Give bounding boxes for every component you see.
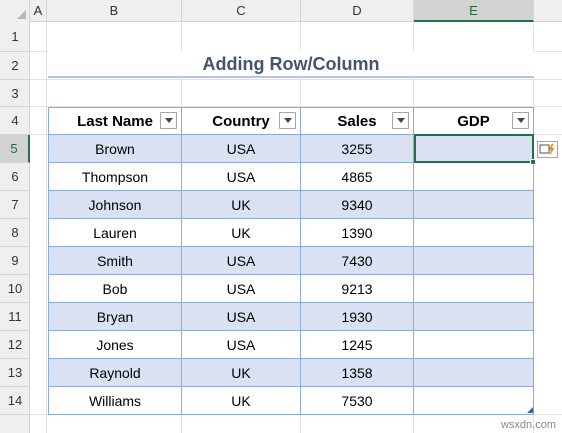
cell-gdp[interactable] bbox=[414, 247, 534, 275]
filter-dropdown-button[interactable] bbox=[512, 112, 529, 129]
cell-last-name[interactable]: Bryan bbox=[48, 303, 182, 331]
cell-sales[interactable]: 1930 bbox=[301, 303, 414, 331]
table-row: Johnson UK 9340 bbox=[48, 191, 534, 219]
filter-dropdown-button[interactable] bbox=[160, 112, 177, 129]
column-header-d[interactable]: D bbox=[301, 0, 414, 22]
chevron-down-icon bbox=[283, 118, 292, 123]
cell-country[interactable]: USA bbox=[182, 331, 301, 359]
row-header-9[interactable]: 9 bbox=[0, 247, 30, 275]
header-cell-last-name[interactable]: Last Name bbox=[48, 107, 182, 135]
cell-sales[interactable]: 7530 bbox=[301, 387, 414, 415]
cell-last-name[interactable]: Jones bbox=[48, 331, 182, 359]
row-header-6[interactable]: 6 bbox=[0, 163, 30, 191]
table-row: Jones USA 1245 bbox=[48, 331, 534, 359]
row-header-1[interactable]: 1 bbox=[0, 22, 30, 52]
gridline bbox=[46, 22, 47, 433]
row-header-2[interactable]: 2 bbox=[0, 52, 30, 80]
cell-last-name[interactable]: Williams bbox=[48, 387, 182, 415]
row-header-4[interactable]: 4 bbox=[0, 107, 30, 135]
cell-sales[interactable]: 7430 bbox=[301, 247, 414, 275]
cell-last-name[interactable]: Bob bbox=[48, 275, 182, 303]
cell-sales[interactable]: 3255 bbox=[301, 135, 414, 163]
table-row: Bob USA 9213 bbox=[48, 275, 534, 303]
cell-sales[interactable]: 9340 bbox=[301, 191, 414, 219]
row-header-12[interactable]: 12 bbox=[0, 331, 30, 359]
cell-sales[interactable]: 1358 bbox=[301, 359, 414, 387]
autocorrect-options-icon bbox=[539, 143, 555, 156]
row-header-8[interactable]: 8 bbox=[0, 219, 30, 247]
cell-gdp[interactable] bbox=[414, 191, 534, 219]
chevron-down-icon bbox=[164, 118, 173, 123]
cell-country[interactable]: UK bbox=[182, 359, 301, 387]
chevron-down-icon bbox=[396, 118, 405, 123]
table-row: Bryan USA 1930 bbox=[48, 303, 534, 331]
cell-gdp[interactable] bbox=[414, 219, 534, 247]
cell-country[interactable]: UK bbox=[182, 387, 301, 415]
cell-country[interactable]: UK bbox=[182, 191, 301, 219]
cell-gdp[interactable] bbox=[414, 331, 534, 359]
cell-gdp[interactable] bbox=[414, 359, 534, 387]
table-row: Smith USA 7430 bbox=[48, 247, 534, 275]
row-header-10[interactable]: 10 bbox=[0, 275, 30, 303]
fill-handle[interactable] bbox=[530, 159, 536, 165]
column-header-b[interactable]: B bbox=[47, 0, 182, 22]
select-all-button[interactable] bbox=[0, 0, 30, 22]
cell-last-name[interactable]: Smith bbox=[48, 247, 182, 275]
table-row: Raynold UK 1358 bbox=[48, 359, 534, 387]
table-row: Williams UK 7530 bbox=[48, 387, 534, 415]
row-header-7[interactable]: 7 bbox=[0, 191, 30, 219]
cell-sales[interactable]: 1245 bbox=[301, 331, 414, 359]
row-header-14[interactable]: 14 bbox=[0, 387, 30, 415]
header-cell-country[interactable]: Country bbox=[182, 107, 301, 135]
filter-dropdown-button[interactable] bbox=[279, 112, 296, 129]
watermark: wsxdn.com bbox=[500, 419, 556, 431]
header-cell-gdp[interactable]: GDP bbox=[414, 107, 534, 135]
header-label: Last Name bbox=[77, 112, 153, 130]
chevron-down-icon bbox=[516, 118, 525, 123]
column-header-c[interactable]: C bbox=[182, 0, 301, 22]
gridline bbox=[30, 79, 562, 80]
cell-gdp[interactable] bbox=[414, 163, 534, 191]
cell-last-name[interactable]: Johnson bbox=[48, 191, 182, 219]
column-header-bar: A B C D E bbox=[0, 0, 562, 22]
cell-sales[interactable]: 1390 bbox=[301, 219, 414, 247]
cell-country[interactable]: USA bbox=[182, 275, 301, 303]
autocorrect-options-button[interactable] bbox=[537, 141, 558, 158]
cell-last-name[interactable]: Thompson bbox=[48, 163, 182, 191]
table-resize-handle[interactable] bbox=[527, 407, 533, 413]
cell-country[interactable]: USA bbox=[182, 303, 301, 331]
row-header-5[interactable]: 5 bbox=[0, 135, 30, 163]
table-row: Thompson USA 4865 bbox=[48, 163, 534, 191]
cell-last-name[interactable]: Raynold bbox=[48, 359, 182, 387]
row-header-11[interactable]: 11 bbox=[0, 303, 30, 331]
cell-sales[interactable]: 9213 bbox=[301, 275, 414, 303]
cell-gdp[interactable] bbox=[414, 387, 534, 415]
cell-gdp[interactable] bbox=[414, 275, 534, 303]
column-header-e[interactable]: E bbox=[414, 0, 534, 22]
filter-dropdown-button[interactable] bbox=[392, 112, 409, 129]
cell-country[interactable]: UK bbox=[182, 219, 301, 247]
cell-country[interactable]: USA bbox=[182, 163, 301, 191]
row-header-13[interactable]: 13 bbox=[0, 359, 30, 387]
sheet-title: Adding Row/Column bbox=[48, 51, 534, 78]
column-header-a[interactable]: A bbox=[30, 0, 47, 22]
active-cell-selection[interactable] bbox=[414, 134, 534, 163]
header-label: Country bbox=[212, 112, 270, 130]
cell-last-name[interactable]: Brown bbox=[48, 135, 182, 163]
cell-gdp[interactable] bbox=[414, 303, 534, 331]
header-cell-sales[interactable]: Sales bbox=[301, 107, 414, 135]
cell-last-name[interactable]: Lauren bbox=[48, 219, 182, 247]
table-row: Lauren UK 1390 bbox=[48, 219, 534, 247]
cell-country[interactable]: USA bbox=[182, 247, 301, 275]
row-header-bar: 1 2 3 4 5 6 7 8 9 10 11 12 13 14 bbox=[0, 22, 30, 433]
cell-country[interactable]: USA bbox=[182, 135, 301, 163]
header-label: GDP bbox=[457, 112, 490, 130]
header-label: Sales bbox=[337, 112, 377, 130]
select-all-triangle-icon bbox=[17, 10, 26, 19]
row-header-3[interactable]: 3 bbox=[0, 80, 30, 107]
table-header-row: Last Name Country Sales GDP bbox=[48, 107, 534, 135]
cell-sales[interactable]: 4865 bbox=[301, 163, 414, 191]
